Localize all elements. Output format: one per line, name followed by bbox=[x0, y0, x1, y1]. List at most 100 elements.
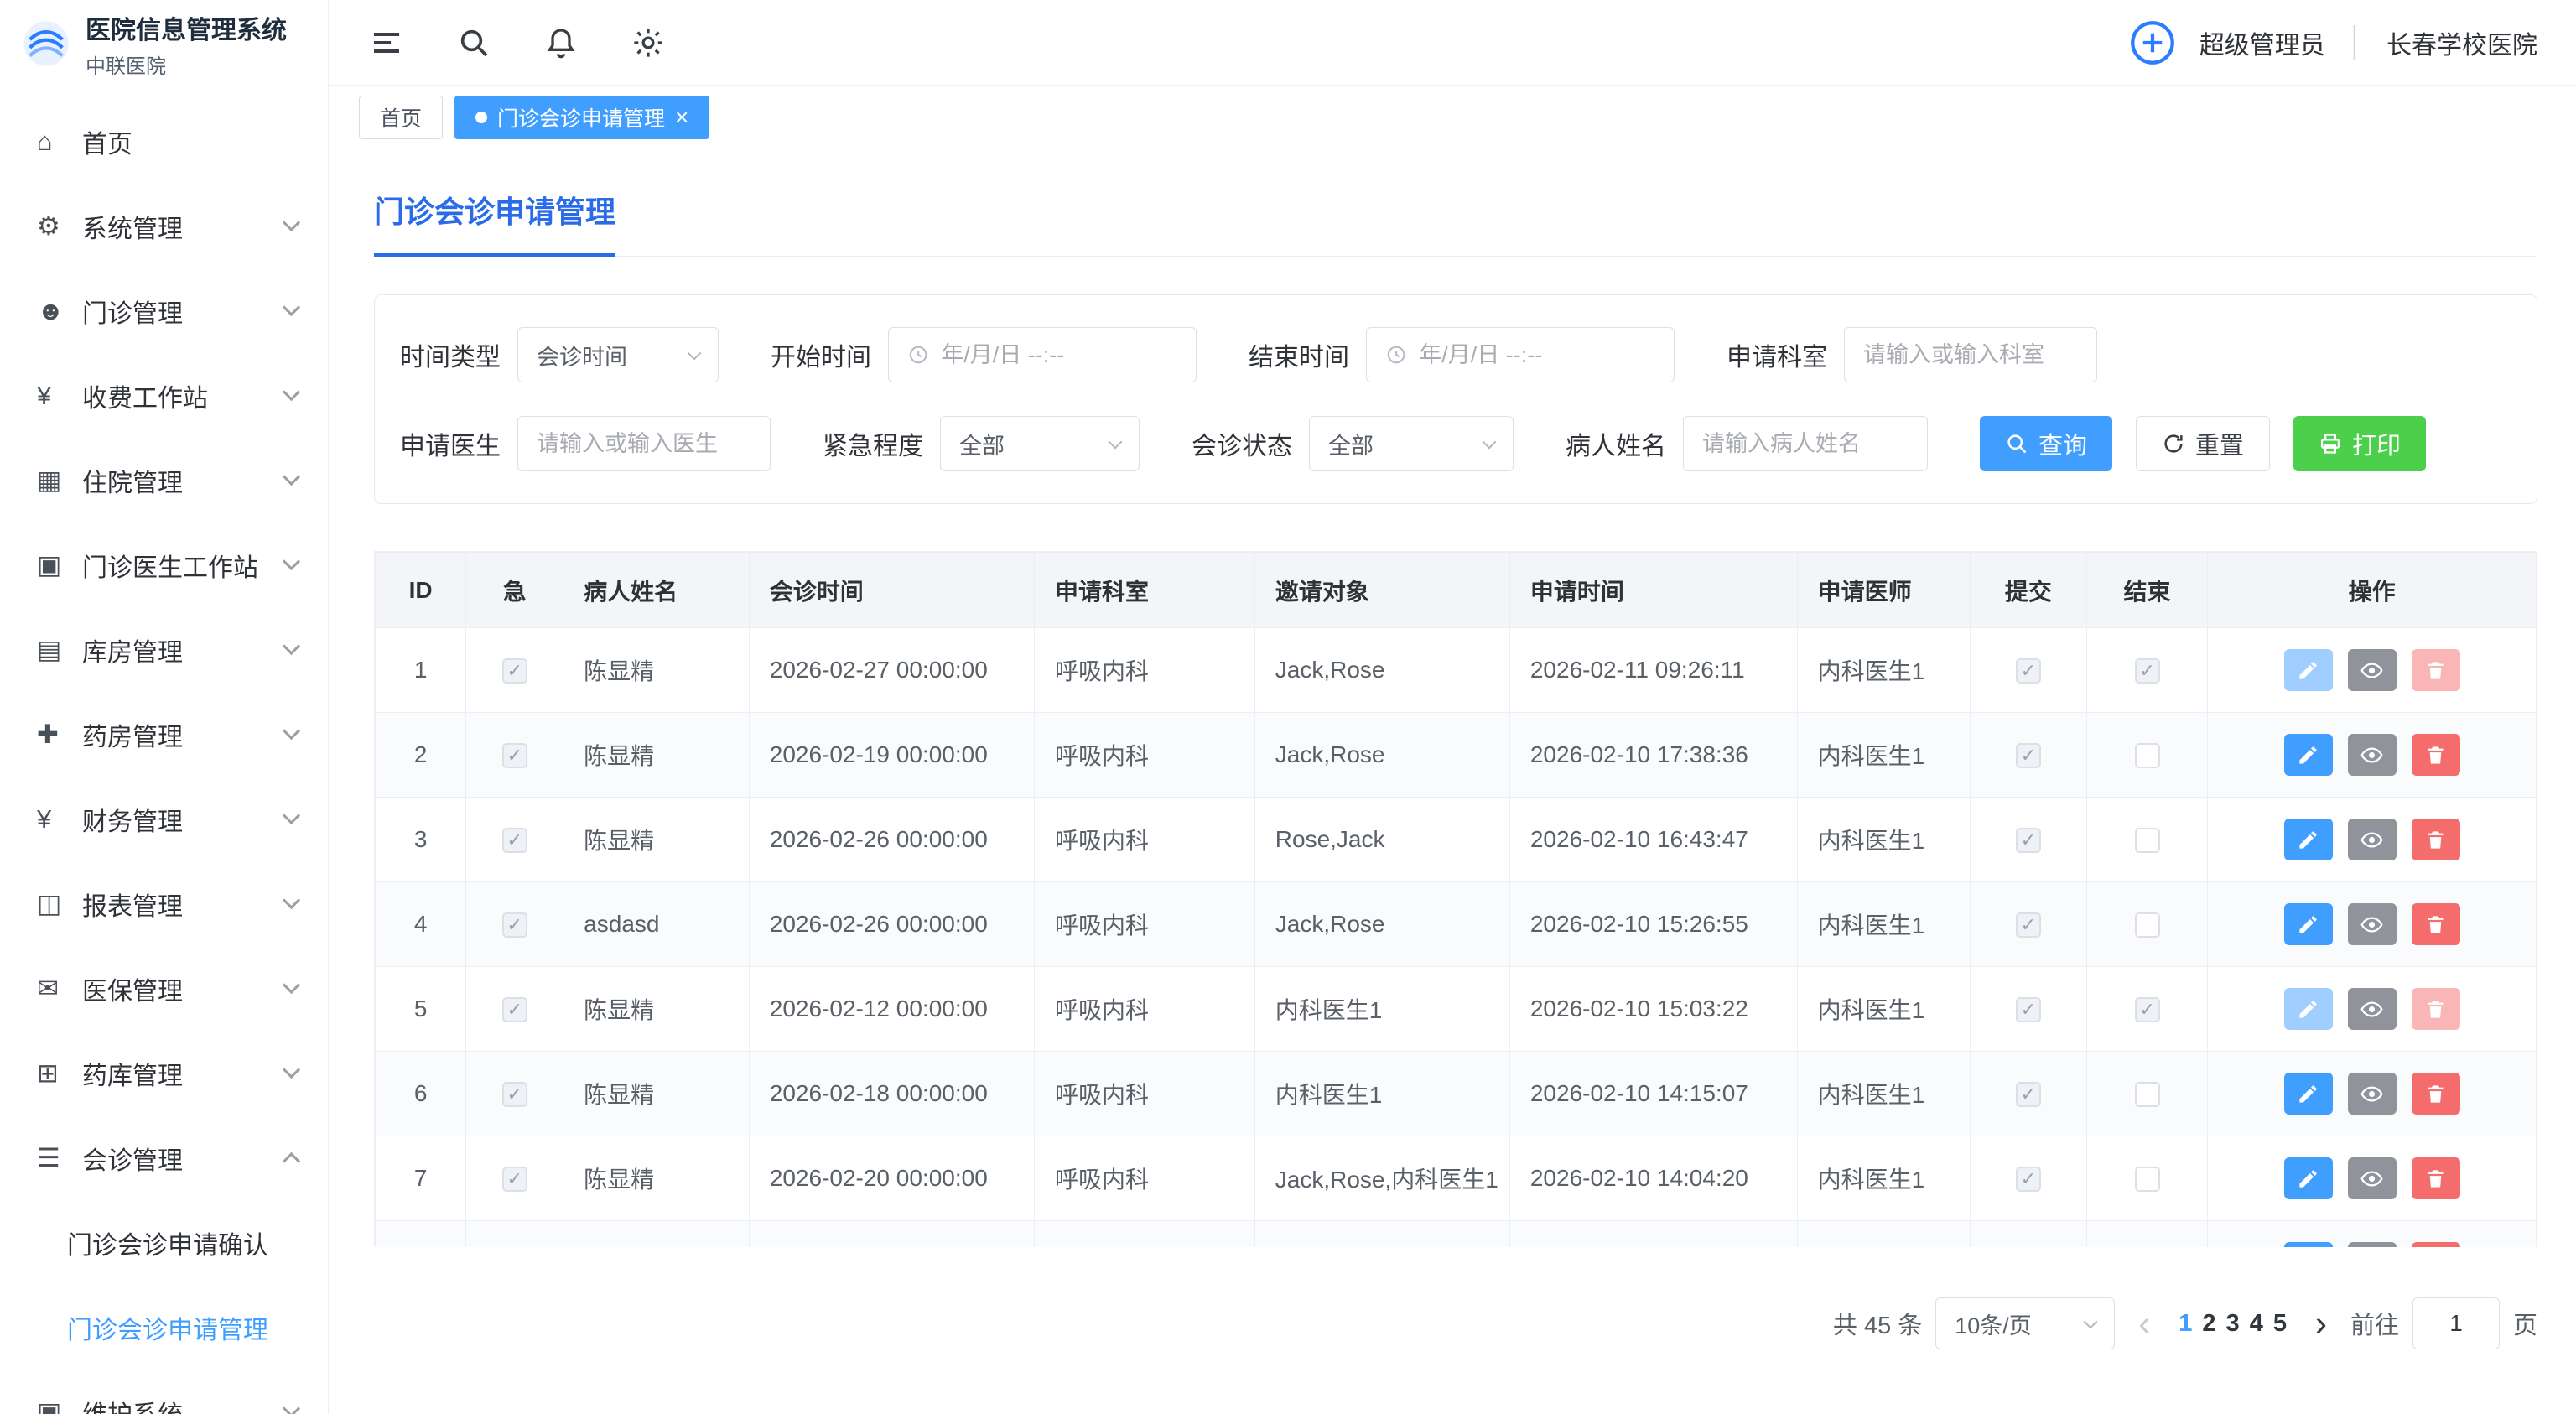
end-time-input[interactable] bbox=[1366, 327, 1675, 382]
table-row: 1陈显精2026-02-27 00:00:00呼吸内科Jack,Rose2026… bbox=[376, 628, 2537, 713]
edit-button[interactable] bbox=[2284, 1073, 2333, 1115]
edit-button[interactable] bbox=[2284, 1242, 2333, 1247]
apply-dept-input[interactable] bbox=[1863, 342, 2078, 368]
sidebar-subitem[interactable]: 门诊会诊申请管理 bbox=[0, 1285, 328, 1370]
delete-button[interactable] bbox=[2412, 1242, 2460, 1247]
tab-home[interactable]: 首页 bbox=[359, 96, 443, 139]
sidebar-item-finance[interactable]: ¥财务管理 bbox=[0, 777, 328, 861]
delete-button[interactable] bbox=[2412, 903, 2460, 945]
status-select[interactable]: 全部 bbox=[1309, 416, 1514, 471]
cell-id: 6 bbox=[376, 1052, 466, 1136]
search-button[interactable]: 查询 bbox=[1980, 416, 2112, 471]
cell-applied: 2026-02-11 09:26:11 bbox=[1509, 628, 1797, 713]
time-type-select[interactable]: 会诊时间 bbox=[517, 327, 719, 382]
sidebar-item-home[interactable]: ⌂首页 bbox=[0, 99, 328, 184]
reset-button[interactable]: 重置 bbox=[2136, 416, 2270, 471]
sidebar-item-system[interactable]: ⚙系统管理 bbox=[0, 184, 328, 268]
settings-gear-icon[interactable] bbox=[629, 23, 667, 62]
sidebar-item-insurance[interactable]: ✉医保管理 bbox=[0, 946, 328, 1031]
end-date-field[interactable] bbox=[1419, 342, 1655, 368]
delete-button[interactable] bbox=[2412, 1073, 2460, 1115]
sidebar-item-consultation[interactable]: ☰会诊管理 bbox=[0, 1115, 328, 1200]
cell-actions bbox=[2208, 1052, 2537, 1136]
pagination: 共 45 条 10条/页 ‹ 12345 › 前往 页 bbox=[374, 1297, 2537, 1349]
prev-page-button[interactable]: ‹ bbox=[2128, 1306, 2160, 1341]
print-button[interactable]: 打印 bbox=[2293, 416, 2426, 471]
checkbox bbox=[2016, 658, 2041, 684]
page-size-select[interactable]: 10条/页 bbox=[1935, 1297, 2115, 1349]
sidebar-item-outpatient[interactable]: ☻门诊管理 bbox=[0, 268, 328, 353]
page-number[interactable]: 5 bbox=[2268, 1310, 2292, 1337]
charge-icon: ¥ bbox=[37, 381, 82, 411]
view-button[interactable] bbox=[2348, 649, 2397, 691]
tab-consultation-management[interactable]: 门诊会诊申请管理 × bbox=[454, 96, 709, 139]
apply-dept-label: 申请科室 bbox=[1727, 336, 1827, 373]
sidebar-item-report[interactable]: ◫报表管理 bbox=[0, 861, 328, 946]
close-tab-icon[interactable]: × bbox=[675, 106, 688, 129]
search-icon bbox=[2005, 432, 2028, 455]
cell-id: 7 bbox=[376, 1136, 466, 1221]
sidebar-item-inpatient[interactable]: ▦住院管理 bbox=[0, 438, 328, 522]
cell-submitted bbox=[1970, 967, 2086, 1052]
delete-button[interactable] bbox=[2412, 734, 2460, 776]
start-time-input[interactable] bbox=[888, 327, 1197, 382]
cell-finished bbox=[2086, 882, 2207, 967]
refresh-icon bbox=[2162, 432, 2185, 455]
page-number[interactable]: 3 bbox=[2221, 1310, 2245, 1337]
cell-urgent bbox=[466, 713, 564, 798]
cell-applied: 2026-02-10 14:04:20 bbox=[1509, 1136, 1797, 1221]
cell-submitted bbox=[1970, 628, 2086, 713]
edit-button[interactable] bbox=[2284, 1157, 2333, 1199]
view-button[interactable] bbox=[2348, 988, 2397, 1030]
view-button[interactable] bbox=[2348, 734, 2397, 776]
sidebar-item-charge[interactable]: ¥收费工作站 bbox=[0, 353, 328, 438]
next-page-button[interactable]: › bbox=[2305, 1306, 2337, 1341]
edit-button[interactable] bbox=[2284, 903, 2333, 945]
page-number[interactable]: 1 bbox=[2174, 1310, 2197, 1337]
chevron-down-icon bbox=[283, 553, 300, 570]
hospital-name[interactable]: 长春学校医院 bbox=[2386, 24, 2537, 61]
hamburger-menu-icon[interactable] bbox=[367, 23, 406, 62]
view-button[interactable] bbox=[2348, 1157, 2397, 1199]
patient-name-input[interactable] bbox=[1702, 431, 1909, 457]
total-count: 共 45 条 bbox=[1833, 1306, 1922, 1341]
edit-button[interactable] bbox=[2284, 734, 2333, 776]
page-number[interactable]: 4 bbox=[2245, 1310, 2268, 1337]
cell-time: 2026-02-19 00:00:00 bbox=[749, 713, 1034, 798]
view-button[interactable] bbox=[2348, 903, 2397, 945]
chevron-down-icon bbox=[283, 892, 300, 909]
cell-dept: 呼吸内科 bbox=[1034, 1052, 1254, 1136]
edit-button[interactable] bbox=[2284, 819, 2333, 860]
start-date-field[interactable] bbox=[941, 342, 1177, 368]
sidebar-item-doctor-station[interactable]: ▣门诊医生工作站 bbox=[0, 522, 328, 607]
view-button[interactable] bbox=[2348, 819, 2397, 860]
sidebar-item-storehouse[interactable]: ▤库房管理 bbox=[0, 607, 328, 692]
search-icon[interactable] bbox=[454, 23, 493, 62]
cell-finished bbox=[2086, 1052, 2207, 1136]
cell-invitees: Jack,Rose bbox=[1254, 628, 1509, 713]
goto-page-input[interactable] bbox=[2412, 1297, 2500, 1349]
user-role[interactable]: 超级管理员 bbox=[2199, 24, 2325, 61]
cell-applied: 2026-02-10 15:26:55 bbox=[1509, 882, 1797, 967]
chevron-down-icon bbox=[283, 1061, 300, 1079]
apply-doctor-input[interactable] bbox=[537, 431, 751, 457]
cell-patient: 陈显精 bbox=[564, 1136, 750, 1221]
delete-button[interactable] bbox=[2412, 1157, 2460, 1199]
view-button[interactable] bbox=[2348, 1242, 2397, 1247]
urgency-select[interactable]: 全部 bbox=[940, 416, 1140, 471]
page-number[interactable]: 2 bbox=[2197, 1310, 2220, 1337]
view-button[interactable] bbox=[2348, 1073, 2397, 1115]
cell-submitted bbox=[1970, 1221, 2086, 1248]
sidebar-item-maintenance[interactable]: ▣维护系统 bbox=[0, 1370, 328, 1414]
checkbox bbox=[2016, 1082, 2041, 1107]
cell-dept: 呼吸内科 bbox=[1034, 967, 1254, 1052]
notification-bell-icon[interactable] bbox=[542, 23, 580, 62]
checkbox bbox=[502, 828, 527, 853]
delete-button[interactable] bbox=[2412, 819, 2460, 860]
checkbox bbox=[2135, 743, 2160, 768]
sidebar-item-drug-store[interactable]: ⊞药库管理 bbox=[0, 1031, 328, 1115]
delete-button bbox=[2412, 988, 2460, 1030]
sidebar-subitem[interactable]: 门诊会诊申请确认 bbox=[0, 1200, 328, 1285]
checkbox bbox=[2135, 1082, 2160, 1107]
sidebar-item-pharmacy[interactable]: ✚药房管理 bbox=[0, 692, 328, 777]
